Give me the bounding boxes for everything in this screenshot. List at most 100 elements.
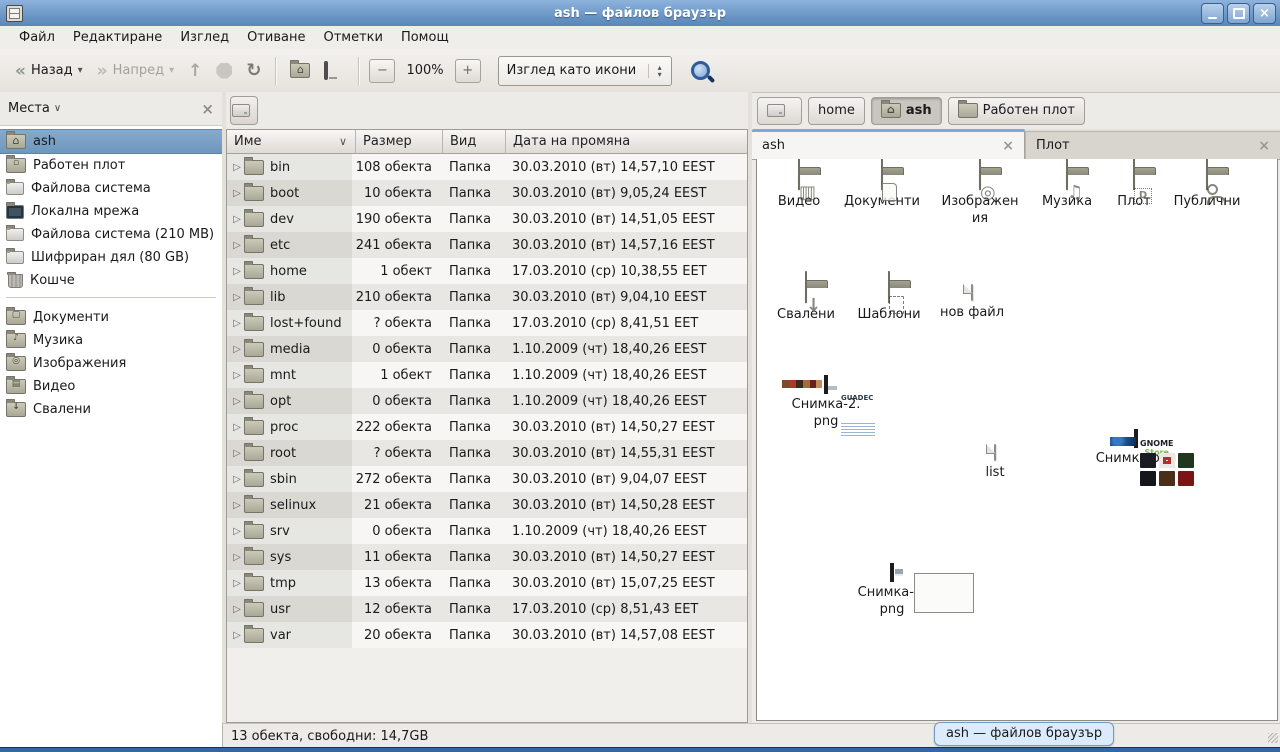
home-button[interactable]	[283, 58, 317, 83]
file-list[interactable]: list	[950, 445, 1040, 481]
column-header-date[interactable]: Дата на промяна	[506, 130, 747, 154]
icon-view[interactable]: Видео Документи Изображен ия Музика Плот…	[756, 159, 1278, 721]
menu-item[interactable]: Редактиране	[64, 27, 171, 48]
sidebar-item[interactable]: Файлова система (210 MB)	[0, 223, 222, 246]
folder-downloads[interactable]: Свалени	[761, 287, 851, 323]
back-button[interactable]: « Назад ▾	[8, 58, 90, 84]
maximize-button[interactable]	[1227, 3, 1250, 24]
minimize-button[interactable]	[1201, 3, 1224, 24]
table-row[interactable]: ▷ opt 0 обекта Папка 1.10.2009 (чт) 18,4…	[227, 388, 747, 414]
sidebar-item[interactable]: ash	[0, 129, 222, 154]
expander-icon[interactable]: ▷	[230, 552, 244, 563]
menu-item[interactable]: Отметки	[314, 27, 391, 48]
table-row[interactable]: ▷ root ? обекта Папка 30.03.2010 (вт) 14…	[227, 440, 747, 466]
expander-icon[interactable]: ▷	[230, 370, 244, 381]
expander-icon[interactable]: ▷	[230, 500, 244, 511]
sidebar-item[interactable]: Кошче	[0, 269, 222, 292]
folder-documents[interactable]: Документи	[837, 174, 927, 210]
file-snimka-1[interactable]: Снимка-1. png	[841, 565, 943, 618]
table-row[interactable]: ▷ selinux 21 обекта Папка 30.03.2010 (вт…	[227, 492, 747, 518]
sidebar-item[interactable]: Шифриран дял (80 GB)	[0, 246, 222, 269]
expander-icon[interactable]: ▷	[230, 422, 244, 433]
sidebar-item[interactable]: Видео	[0, 375, 222, 398]
sidebar-item[interactable]: Работен плот	[0, 154, 222, 177]
tab-ash[interactable]: ash ×	[752, 129, 1025, 159]
table-row[interactable]: ▷ home 1 обект Папка 17.03.2010 (ср) 10,…	[227, 258, 747, 284]
expander-icon[interactable]: ▷	[230, 396, 244, 407]
root-filesystem-button[interactable]	[230, 96, 258, 125]
table-row[interactable]: ▷ bin 108 обекта Папка 30.03.2010 (вт) 1…	[227, 154, 747, 180]
table-row[interactable]: ▷ dev 190 обекта Папка 30.03.2010 (вт) 1…	[227, 206, 747, 232]
path-desktop-button[interactable]: Работен плот	[948, 97, 1085, 125]
sidebar-item[interactable]: Изображения	[0, 352, 222, 375]
file-snimka[interactable]: GNOME Store Снимка.png	[1082, 431, 1190, 467]
path-current-button[interactable]: ash	[871, 97, 942, 125]
sidebar-item[interactable]: Свалени	[0, 398, 222, 421]
computer-button[interactable]	[317, 58, 351, 84]
expander-icon[interactable]: ▷	[230, 604, 244, 615]
file-snimka-2[interactable]: GUADEC Снимка-2. png	[774, 377, 878, 430]
tab-plot[interactable]: Плот ×	[1025, 131, 1280, 159]
menu-item[interactable]: Помощ	[392, 27, 458, 48]
resize-grip[interactable]	[1268, 733, 1278, 743]
table-row[interactable]: ▷ sbin 272 обекта Папка 30.03.2010 (вт) …	[227, 466, 747, 492]
tab-close-icon[interactable]: ×	[1258, 138, 1270, 154]
sidebar-item[interactable]: Файлова система	[0, 177, 222, 200]
forward-button[interactable]: » Напред ▾	[90, 58, 182, 84]
expander-icon[interactable]: ▷	[230, 266, 244, 277]
expander-icon[interactable]: ▷	[230, 214, 244, 225]
search-button[interactable]	[686, 61, 716, 80]
table-row[interactable]: ▷ var 20 обекта Папка 30.03.2010 (вт) 14…	[227, 622, 747, 648]
table-row[interactable]: ▷ mnt 1 обект Папка 1.10.2009 (чт) 18,40…	[227, 362, 747, 388]
expander-icon[interactable]: ▷	[230, 526, 244, 537]
expander-icon[interactable]: ▷	[230, 344, 244, 355]
sidebar-item[interactable]: Локална мрежа	[0, 200, 222, 223]
expander-icon[interactable]: ▷	[230, 630, 244, 641]
path-root-button[interactable]	[757, 97, 802, 125]
column-header-size[interactable]: Размер	[356, 130, 443, 154]
combo-spinner-icon[interactable]: ▴▾	[648, 64, 671, 78]
expander-icon[interactable]: ▷	[230, 578, 244, 589]
table-row[interactable]: ▷ proc 222 обекта Папка 30.03.2010 (вт) …	[227, 414, 747, 440]
table-row[interactable]: ▷ usr 12 обекта Папка 17.03.2010 (ср) 8,…	[227, 596, 747, 622]
expander-icon[interactable]: ▷	[230, 448, 244, 459]
expander-icon[interactable]: ▷	[230, 474, 244, 485]
expander-icon[interactable]: ▷	[230, 188, 244, 199]
view-mode-select[interactable]: Изглед като икони ▴▾	[498, 56, 672, 86]
table-row[interactable]: ▷ etc 241 обекта Папка 30.03.2010 (вт) 1…	[227, 232, 747, 258]
table-row[interactable]: ▷ sys 11 обекта Папка 30.03.2010 (вт) 14…	[227, 544, 747, 570]
zoom-in-button[interactable]: +	[455, 59, 481, 83]
expander-icon[interactable]: ▷	[230, 240, 244, 251]
back-dropdown-icon[interactable]: ▾	[78, 65, 83, 76]
sidebar-title[interactable]: Места	[8, 101, 50, 116]
up-button[interactable]: ↑	[181, 56, 209, 86]
tab-close-icon[interactable]: ×	[1002, 138, 1014, 154]
close-button[interactable]: ×	[1253, 3, 1276, 24]
expander-icon[interactable]: ▷	[230, 292, 244, 303]
table-row[interactable]: ▷ lib 210 обекта Папка 30.03.2010 (вт) 9…	[227, 284, 747, 310]
sidebar-close-icon[interactable]: ×	[201, 100, 214, 118]
column-header-name[interactable]: Име ∨	[227, 130, 356, 154]
table-row[interactable]: ▷ boot 10 обекта Папка 30.03.2010 (вт) 9…	[227, 180, 747, 206]
folder-templates[interactable]: Шаблони	[844, 287, 934, 323]
column-header-type[interactable]: Вид	[443, 130, 506, 154]
folder-images[interactable]: Изображен ия	[935, 174, 1025, 227]
table-row[interactable]: ▷ srv 0 обекта Папка 1.10.2009 (чт) 18,4…	[227, 518, 747, 544]
menu-item[interactable]: Файл	[10, 27, 64, 48]
sidebar-item[interactable]: Документи	[0, 306, 222, 329]
file-new-file[interactable]: нов файл	[927, 285, 1017, 321]
menu-item[interactable]: Отиване	[238, 27, 314, 48]
zoom-out-button[interactable]: −	[369, 59, 395, 83]
menu-item[interactable]: Изглед	[171, 27, 238, 48]
sidebar-item[interactable]: Музика	[0, 329, 222, 352]
chevron-down-icon[interactable]: ∨	[54, 103, 61, 114]
reload-button[interactable]: ↻	[239, 58, 268, 84]
path-home-button[interactable]: home	[808, 97, 865, 125]
expander-icon[interactable]: ▷	[230, 162, 244, 173]
table-row[interactable]: ▷ tmp 13 обекта Папка 30.03.2010 (вт) 15…	[227, 570, 747, 596]
table-row[interactable]: ▷ media 0 обекта Папка 1.10.2009 (чт) 18…	[227, 336, 747, 362]
folder-video[interactable]: Видео	[756, 174, 844, 210]
table-row[interactable]: ▷ lost+found ? обекта Папка 17.03.2010 (…	[227, 310, 747, 336]
stop-button[interactable]	[209, 58, 239, 84]
expander-icon[interactable]: ▷	[230, 318, 244, 329]
